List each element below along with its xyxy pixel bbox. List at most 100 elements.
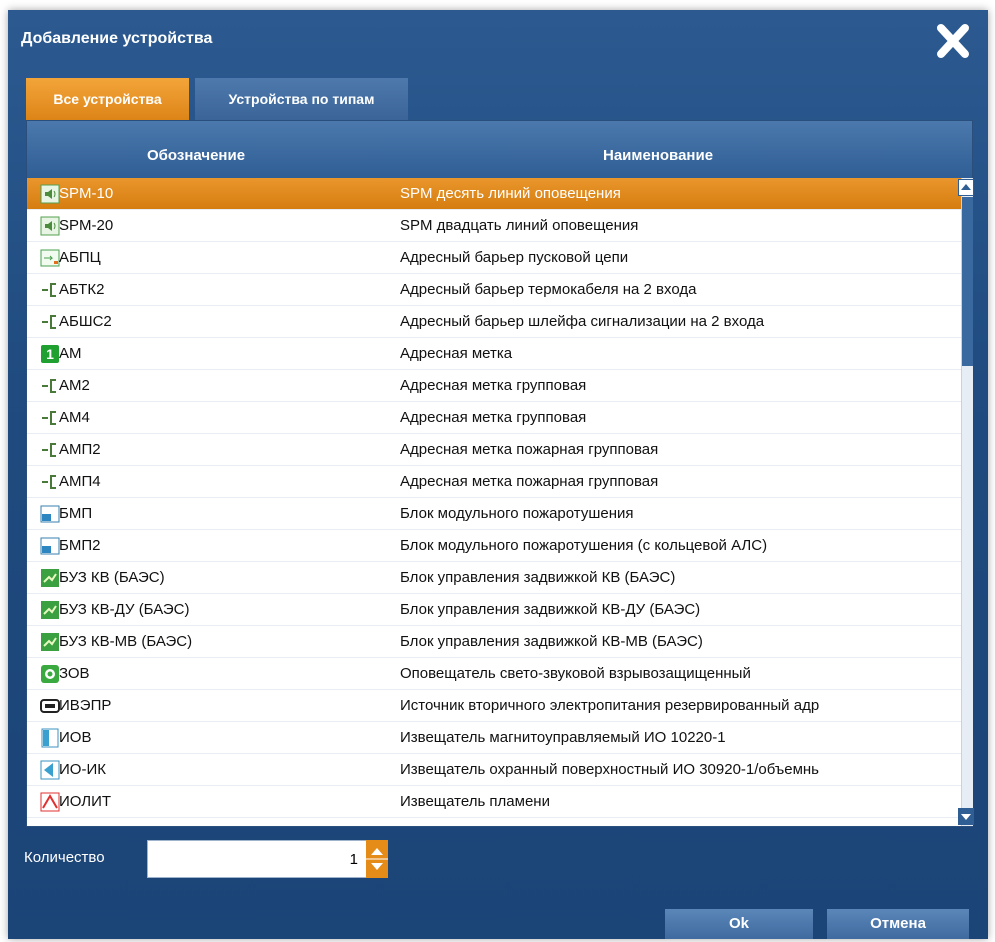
device-code: АМП4 <box>59 473 101 490</box>
speaker-icon <box>40 216 60 236</box>
device-name: SPM двадцать линий оповещения <box>400 217 639 234</box>
device-code: БМП2 <box>59 537 101 554</box>
device-code: АМ2 <box>59 377 90 394</box>
connector-icon <box>40 440 60 460</box>
table-row[interactable]: БУЗ КВ (БАЭС) Блок управления задвижкой К… <box>27 562 961 594</box>
connector-icon <box>40 312 60 332</box>
number-one-icon: 1 <box>40 344 60 364</box>
module-icon <box>40 504 60 524</box>
table-row[interactable]: БУЗ КВ-МВ (БАЭС) Блок управления задвижко… <box>27 626 961 658</box>
power-supply-icon <box>40 696 60 716</box>
device-name: Извещатель охранный поверхностный ИО 309… <box>400 761 819 778</box>
device-code: АМ <box>59 345 82 362</box>
table-row[interactable]: БУЗ КВ-ДУ (БАЭС) Блок управления задвижко… <box>27 594 961 626</box>
table-row[interactable]: БМП2 Блок модульного пожаротушения (с кол… <box>27 530 961 562</box>
device-code: SPM-20 <box>59 217 114 234</box>
table-row[interactable]: АБШС2 Адресный барьер шлейфа сигнализации… <box>27 306 961 338</box>
device-code: SPM-10 <box>59 185 114 202</box>
vertical-scrollbar[interactable] <box>958 178 974 826</box>
add-device-dialog: Добавление устройства Все устройства Уст… <box>8 10 988 939</box>
table-row[interactable]: АБТК2 Адресный барьер термокабеля на 2 вх… <box>27 274 961 306</box>
table-row[interactable]: АБПЦ Адресный барьер пусковой цепи <box>27 242 961 274</box>
table-row[interactable]: АМП2 Адресная метка пожарная групповая <box>27 434 961 466</box>
device-name: Блок модульного пожаротушения (с кольцев… <box>400 537 768 554</box>
device-code: БУЗ КВ-ДУ (БАЭС) <box>59 601 190 618</box>
speaker-icon <box>40 184 60 204</box>
quantity-spinner[interactable] <box>366 840 388 878</box>
table-row[interactable]: ИОВ Извещатель магнитоуправляемый ИО 1022… <box>27 722 961 754</box>
table-row[interactable]: АМП4 Адресная метка пожарная групповая <box>27 466 961 498</box>
device-code: ИОЛИТ <box>59 793 112 810</box>
device-code: БУЗ КВ (БАЭС) <box>59 569 165 586</box>
connector-icon <box>40 280 60 300</box>
tab-devices-by-type[interactable]: Устройства по типам <box>195 78 408 120</box>
table-row[interactable]: 1 АМ Адресная метка <box>27 338 961 370</box>
table-row[interactable]: SPM-10 SPM десять линий оповещения <box>27 178 961 210</box>
table-row[interactable]: ИО-ИК Извещатель охранный поверхностный И… <box>27 754 961 786</box>
magnetic-detector-icon <box>40 728 60 748</box>
quantity-input[interactable] <box>147 840 367 878</box>
svg-text:1: 1 <box>46 346 54 362</box>
scroll-down-button[interactable] <box>958 808 974 825</box>
table-row[interactable]: ИВЭПР Источник вторичного электропитания … <box>27 690 961 722</box>
device-name: Адресная метка пожарная групповая <box>400 473 659 490</box>
device-name: Адресная метка <box>400 345 513 362</box>
connector-icon <box>40 376 60 396</box>
column-header-code[interactable]: Обозначение <box>147 147 245 164</box>
device-name: Адресная метка групповая <box>400 377 587 394</box>
table-row[interactable]: АМ4 Адресная метка групповая <box>27 402 961 434</box>
table-row[interactable]: БМП Блок модульного пожаротушения <box>27 498 961 530</box>
device-name: Адресная метка групповая <box>400 409 587 426</box>
device-name: Блок управления задвижкой КВ (БАЭС) <box>400 569 676 586</box>
device-code: ИВЭПР <box>59 697 112 714</box>
connector-icon <box>40 472 60 492</box>
table-row[interactable]: АМ2 Адресная метка групповая <box>27 370 961 402</box>
table-row[interactable]: ЗОВ Оповещатель свето-звуковой взрывозащи… <box>27 658 961 690</box>
scroll-up-button[interactable] <box>958 179 974 196</box>
device-code: АБТК2 <box>59 281 105 298</box>
device-code: ЗОВ <box>59 665 90 682</box>
device-code: АМ4 <box>59 409 90 426</box>
tab-all-devices[interactable]: Все устройства <box>26 78 189 120</box>
module-icon <box>40 536 60 556</box>
device-name: Адресная метка пожарная групповая <box>400 441 659 458</box>
device-name: Источник вторичного электропитания резер… <box>400 697 820 714</box>
flame-detector-icon <box>40 792 60 812</box>
ok-button[interactable]: Ok <box>665 909 813 939</box>
device-code: БУЗ КВ-МВ (БАЭС) <box>59 633 193 650</box>
valve-icon <box>40 632 60 652</box>
close-icon[interactable] <box>933 22 973 60</box>
title-bar: Добавление устройства <box>8 10 988 70</box>
device-name: Оповещатель свето-звуковой взрывозащищен… <box>400 665 751 682</box>
device-name: Адресный барьер термокабеля на 2 входа <box>400 281 697 298</box>
valve-icon <box>40 600 60 620</box>
table-body: SPM-10 SPM десять линий оповещения SPM-20 S… <box>27 178 961 826</box>
device-name: Извещатель магнитоуправляемый ИО 10220-1 <box>400 729 726 746</box>
valve-icon <box>40 568 60 588</box>
device-code: ИОВ <box>59 729 92 746</box>
dialog-title: Добавление устройства <box>21 30 213 47</box>
barrier-icon <box>40 248 60 268</box>
quantity-label: Количество <box>24 849 105 866</box>
siren-icon <box>40 664 60 684</box>
device-code: АБШС2 <box>59 313 112 330</box>
device-name: Адресный барьер пусковой цепи <box>400 249 629 266</box>
device-code: ИО-ИК <box>59 761 106 778</box>
ir-detector-icon <box>40 760 60 780</box>
cancel-button[interactable]: Отмена <box>827 909 969 939</box>
device-name: SPM десять линий оповещения <box>400 185 621 202</box>
device-table: Обозначение Наименование SPM-10 SPM десят… <box>26 120 974 827</box>
device-name: Адресный барьер шлейфа сигнализации на 2… <box>400 313 765 330</box>
table-row[interactable]: SPM-20 SPM двадцать линий оповещения <box>27 210 961 242</box>
connector-icon <box>40 408 60 428</box>
column-header-name[interactable]: Наименование <box>603 147 713 164</box>
device-code: АМП2 <box>59 441 101 458</box>
device-name: Блок управления задвижкой КВ-ДУ (БАЭС) <box>400 601 701 618</box>
device-name: Извещатель пламени <box>400 793 550 810</box>
table-header: Обозначение Наименование <box>27 121 972 178</box>
scrollbar-thumb[interactable] <box>962 197 973 366</box>
device-name: Блок модульного пожаротушения <box>400 505 634 522</box>
device-code: БМП <box>59 505 93 522</box>
device-code: АБПЦ <box>59 249 101 266</box>
table-row[interactable]: ИОЛИТ Извещатель пламени <box>27 786 961 818</box>
